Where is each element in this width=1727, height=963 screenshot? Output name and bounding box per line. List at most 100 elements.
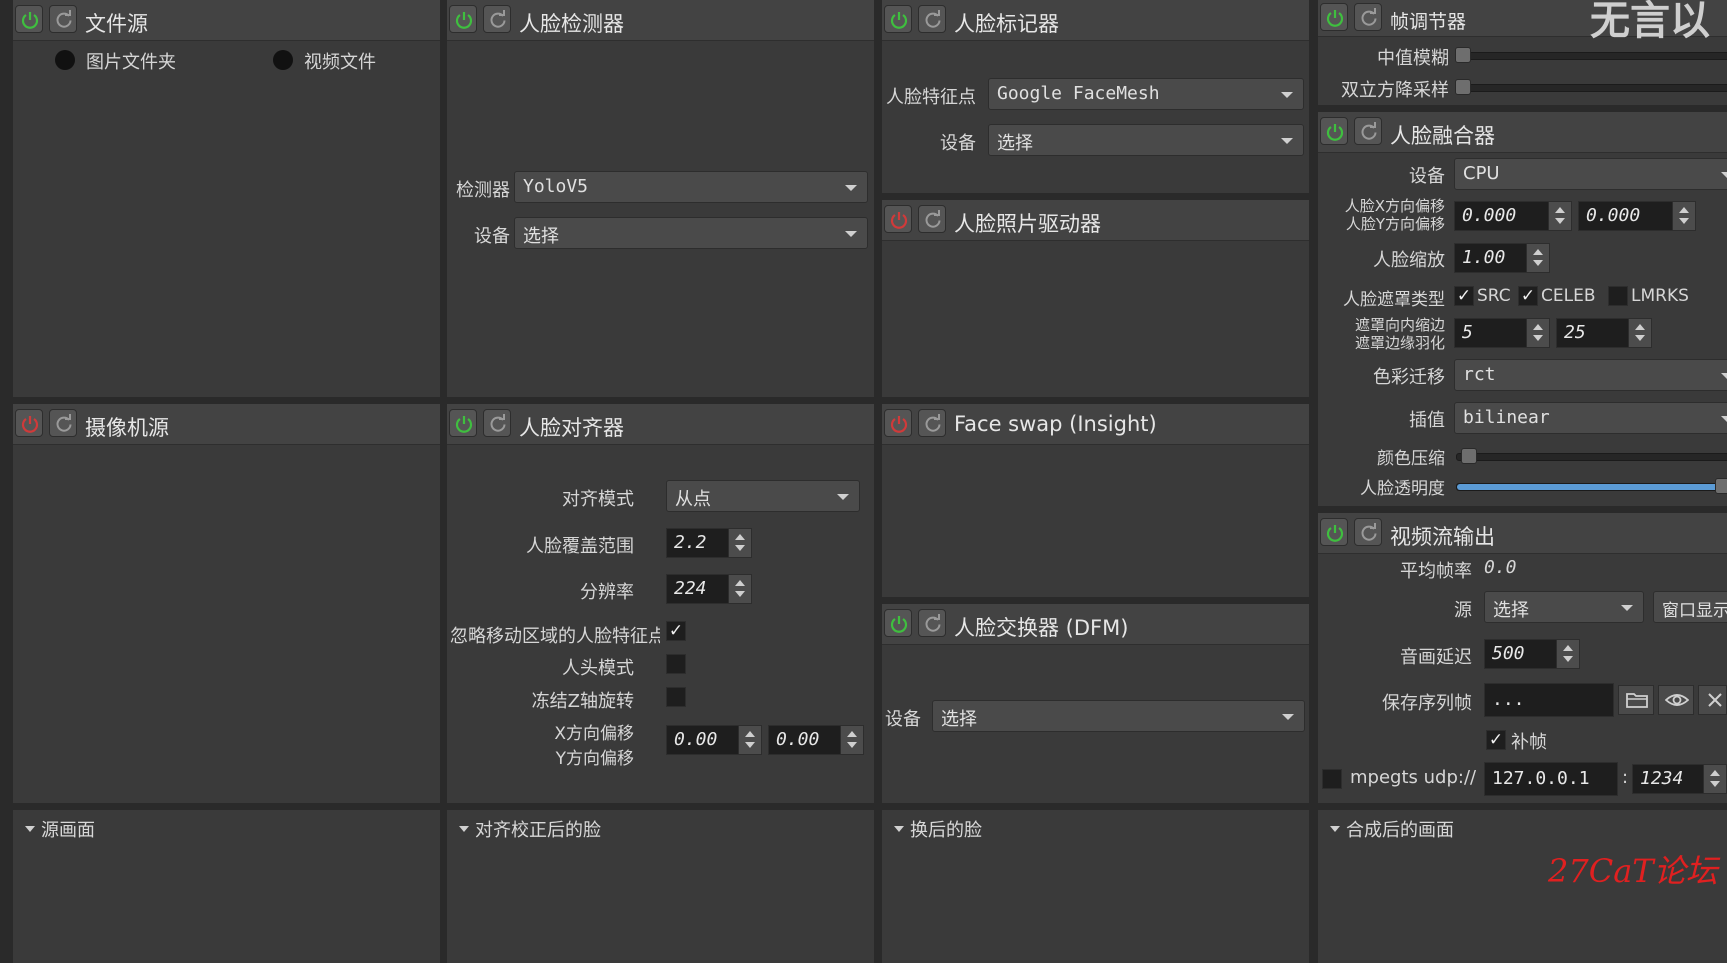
resolution-spinbox[interactable]: 224 [666, 574, 752, 604]
window-display-button[interactable]: 窗口显示 [1653, 591, 1727, 623]
save-seq-input[interactable]: ... [1484, 683, 1614, 717]
power-button[interactable] [884, 205, 912, 233]
mpegts-checkbox[interactable] [1322, 769, 1342, 789]
device-select[interactable]: CPU [1454, 158, 1727, 190]
landmark-select[interactable]: Google FaceMesh [988, 78, 1304, 110]
spin-arrows-icon[interactable] [728, 575, 751, 603]
save-seq-label: 保存序列帧 [1382, 693, 1472, 714]
scale-value: 1.00 [1462, 247, 1506, 268]
x-offset-spinbox[interactable]: 0.000 [1454, 201, 1572, 231]
align-mode-select[interactable]: 从点 [666, 480, 860, 512]
power-button[interactable] [884, 5, 912, 33]
median-blur-slider[interactable] [1455, 47, 1727, 63]
interpolation-value: bilinear [1463, 407, 1550, 428]
power-button[interactable] [884, 609, 912, 637]
spin-arrows-icon[interactable] [728, 529, 751, 557]
port-spinbox[interactable]: 1234 [1632, 764, 1727, 794]
slider-handle[interactable] [1461, 448, 1477, 464]
power-button[interactable] [449, 409, 477, 437]
spin-arrows-icon[interactable] [738, 726, 761, 754]
section-title[interactable]: 对齐校正后的脸 [475, 816, 601, 842]
clear-path-button[interactable] [1698, 685, 1727, 715]
reset-button[interactable] [49, 409, 77, 437]
y-offset-spinbox[interactable]: 0.00 [768, 725, 864, 755]
slider-handle[interactable] [1455, 79, 1471, 95]
panel-header: 人脸融合器 [1318, 112, 1727, 153]
mask-lmrks-checkbox[interactable] [1608, 286, 1628, 306]
collapse-arrow-icon[interactable] [1330, 826, 1340, 832]
reset-button[interactable] [483, 409, 511, 437]
panel-title: 文件源 [85, 12, 148, 36]
coverage-spinbox[interactable]: 2.2 [666, 528, 752, 558]
av-delay-value: 500 [1492, 643, 1525, 664]
source-frame-preview: 源画面 [13, 810, 440, 963]
fill-frames-checkbox[interactable]: ✓ [1486, 730, 1506, 750]
reset-button[interactable] [1354, 117, 1382, 145]
mask-celeb-checkbox[interactable]: ✓ [1518, 286, 1538, 306]
collapse-arrow-icon[interactable] [894, 826, 904, 832]
head-mode-checkbox[interactable] [666, 654, 686, 674]
collapse-arrow-icon[interactable] [25, 826, 35, 832]
power-button[interactable] [15, 5, 43, 33]
spin-arrows-icon[interactable] [1526, 319, 1549, 347]
y-offset-spinbox[interactable]: 0.000 [1578, 201, 1696, 231]
power-button[interactable] [1320, 117, 1348, 145]
opacity-slider[interactable] [1456, 478, 1727, 494]
power-button[interactable] [449, 5, 477, 33]
slider-handle[interactable] [1715, 478, 1727, 494]
power-button[interactable] [1320, 518, 1348, 546]
spin-arrows-icon[interactable] [1548, 202, 1571, 230]
reset-button[interactable] [918, 5, 946, 33]
power-button[interactable] [15, 409, 43, 437]
fill-frames-label: 补帧 [1511, 732, 1547, 753]
x-offset-spinbox[interactable]: 0.00 [666, 725, 762, 755]
reset-button[interactable] [918, 609, 946, 637]
av-delay-spinbox[interactable]: 500 [1484, 639, 1580, 669]
scale-spinbox[interactable]: 1.00 [1454, 243, 1550, 273]
section-title[interactable]: 合成后的画面 [1346, 816, 1454, 842]
ip-input[interactable]: 127.0.0.1 [1484, 762, 1618, 796]
reset-button[interactable] [918, 409, 946, 437]
section-title[interactable]: 源画面 [41, 816, 95, 842]
source-select[interactable]: 选择 [1484, 591, 1644, 623]
swapped-face-preview: 换后的脸 [882, 810, 1309, 963]
color-compress-slider[interactable] [1456, 448, 1727, 464]
ignore-moving-checkbox[interactable]: ✓ [666, 621, 686, 641]
mask-src-checkbox[interactable]: ✓ [1454, 286, 1474, 306]
spin-arrows-icon[interactable] [1556, 640, 1579, 668]
blur-spinbox[interactable]: 25 [1556, 318, 1652, 348]
head-mode-label: 人头模式 [562, 658, 634, 679]
freeze-z-checkbox[interactable] [666, 687, 686, 707]
bilateral-slider[interactable] [1455, 79, 1727, 95]
reset-button[interactable] [1354, 3, 1382, 31]
reset-button[interactable] [49, 5, 77, 33]
device-select[interactable]: 选择 [932, 700, 1305, 732]
y-offset-label: 人脸Y方向偏移 [1345, 215, 1445, 233]
erode-spinbox[interactable]: 5 [1454, 318, 1550, 348]
spin-arrows-icon[interactable] [1672, 202, 1695, 230]
reset-button[interactable] [918, 205, 946, 233]
spin-arrows-icon[interactable] [840, 726, 863, 754]
device-select[interactable]: 选择 [988, 124, 1304, 156]
collapse-arrow-icon[interactable] [459, 826, 469, 832]
spin-arrows-icon[interactable] [1628, 319, 1651, 347]
interpolation-select[interactable]: bilinear [1454, 402, 1727, 434]
image-folder-label: 图片文件夹 [86, 52, 176, 73]
coverage-label: 人脸覆盖范围 [526, 536, 634, 557]
spin-arrows-icon[interactable] [1526, 244, 1549, 272]
device-select[interactable]: 选择 [514, 217, 868, 249]
reset-button[interactable] [483, 5, 511, 33]
detector-select[interactable]: YoloV5 [514, 171, 868, 203]
browse-folder-button[interactable] [1618, 685, 1654, 715]
spin-arrows-icon[interactable] [1703, 765, 1726, 793]
preview-eye-button[interactable] [1658, 685, 1694, 715]
slider-handle[interactable] [1455, 47, 1471, 63]
panel-header: 人脸标记器 [882, 0, 1309, 41]
color-transfer-select[interactable]: rct [1454, 359, 1727, 391]
reset-button[interactable] [1354, 518, 1382, 546]
video-file-radio[interactable] [273, 50, 293, 70]
section-title[interactable]: 换后的脸 [910, 816, 982, 842]
power-button[interactable] [884, 409, 912, 437]
image-folder-radio[interactable] [55, 50, 75, 70]
power-button[interactable] [1320, 3, 1348, 31]
